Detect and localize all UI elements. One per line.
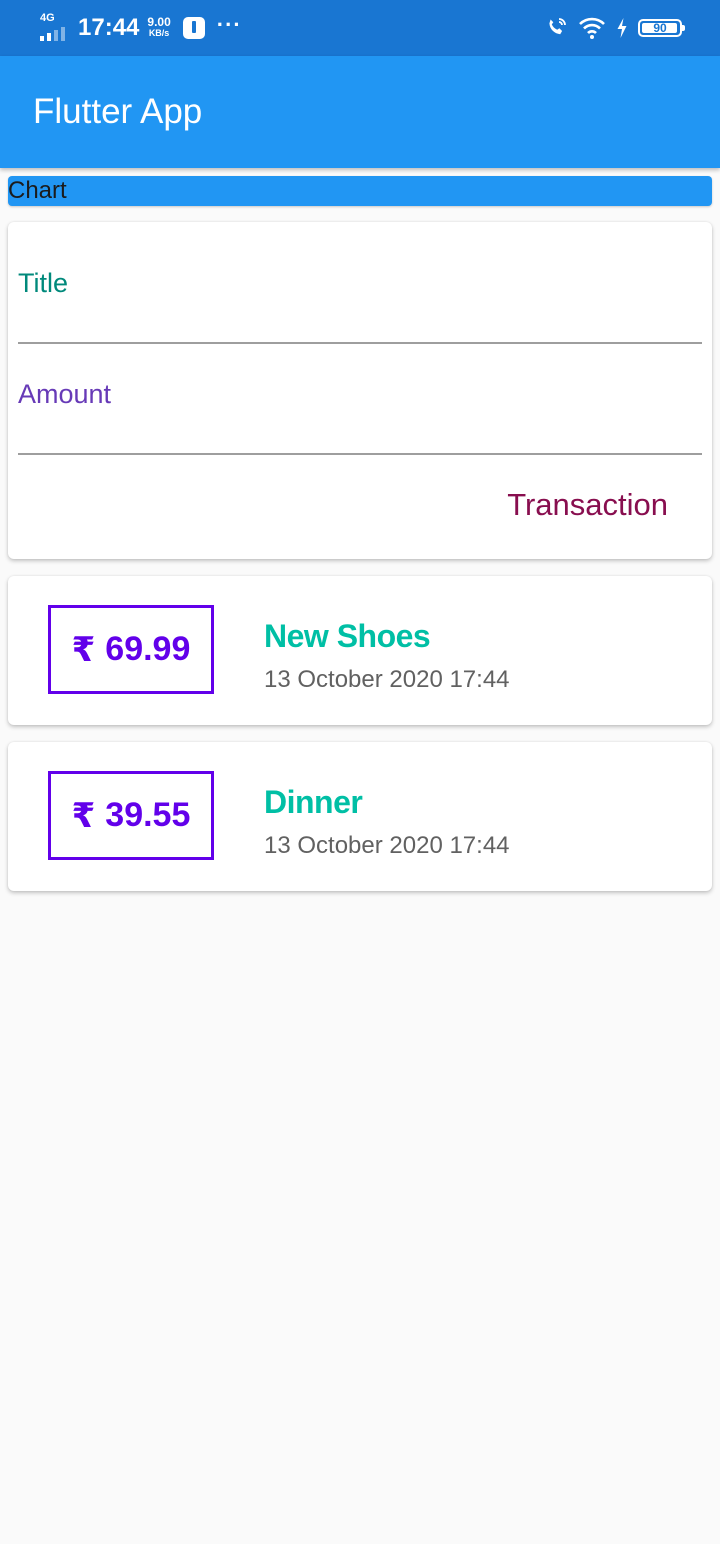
network-speed: 9.00 KB/s [147,15,171,39]
amount-underline [18,453,702,455]
battery-icon: 90 [638,19,685,37]
more-icon: ··· [216,12,242,37]
speed-unit: KB/s [148,28,170,38]
title-underline [18,342,702,344]
transaction-card: ₹ 69.99 New Shoes 13 October 2020 17:44 [8,576,712,725]
charging-icon [616,17,628,39]
new-transaction-card: Title Amount Transaction [8,222,712,559]
transaction-title: Dinner [264,784,363,820]
amount-input[interactable] [18,373,706,455]
network-type: 4G [40,12,55,24]
transaction-card: ₹ 39.55 Dinner 13 October 2020 17:44 [8,742,712,891]
app-title: Flutter App [33,92,203,131]
chart-card: Chart [8,176,712,206]
status-bar: 4G 17:44 9.00 KB/s ··· 90 [0,0,720,56]
wifi-icon [578,16,606,40]
transaction-amount: 69.99 [105,630,191,668]
status-time: 17:44 [78,14,140,41]
title-field[interactable]: Title [18,262,706,344]
speed-value: 9.00 [147,15,171,29]
usb-icon [182,17,205,39]
transaction-date: 13 October 2020 17:44 [264,832,510,859]
chart-label: Chart [8,177,67,204]
currency-symbol: ₹ [71,796,96,835]
status-left: 4G 17:44 9.00 KB/s ··· [38,10,242,46]
signal-icon: 4G [38,13,72,43]
status-right: 90 [544,12,685,44]
amount-badge: ₹ 39.55 [48,771,214,860]
signal-bars [40,27,65,41]
currency-symbol: ₹ [71,630,96,669]
amount-field[interactable]: Amount [18,373,706,455]
app-bar: Flutter App [0,56,720,168]
transaction-amount: 39.55 [105,796,191,834]
amount-badge: ₹ 69.99 [48,605,214,694]
transaction-title: New Shoes [264,618,431,654]
add-transaction-button[interactable]: Transaction [507,480,668,530]
title-input[interactable] [18,262,706,344]
wifi-calling-icon [544,16,568,40]
battery-level: 90 [653,21,667,35]
transaction-date: 13 October 2020 17:44 [264,666,510,693]
